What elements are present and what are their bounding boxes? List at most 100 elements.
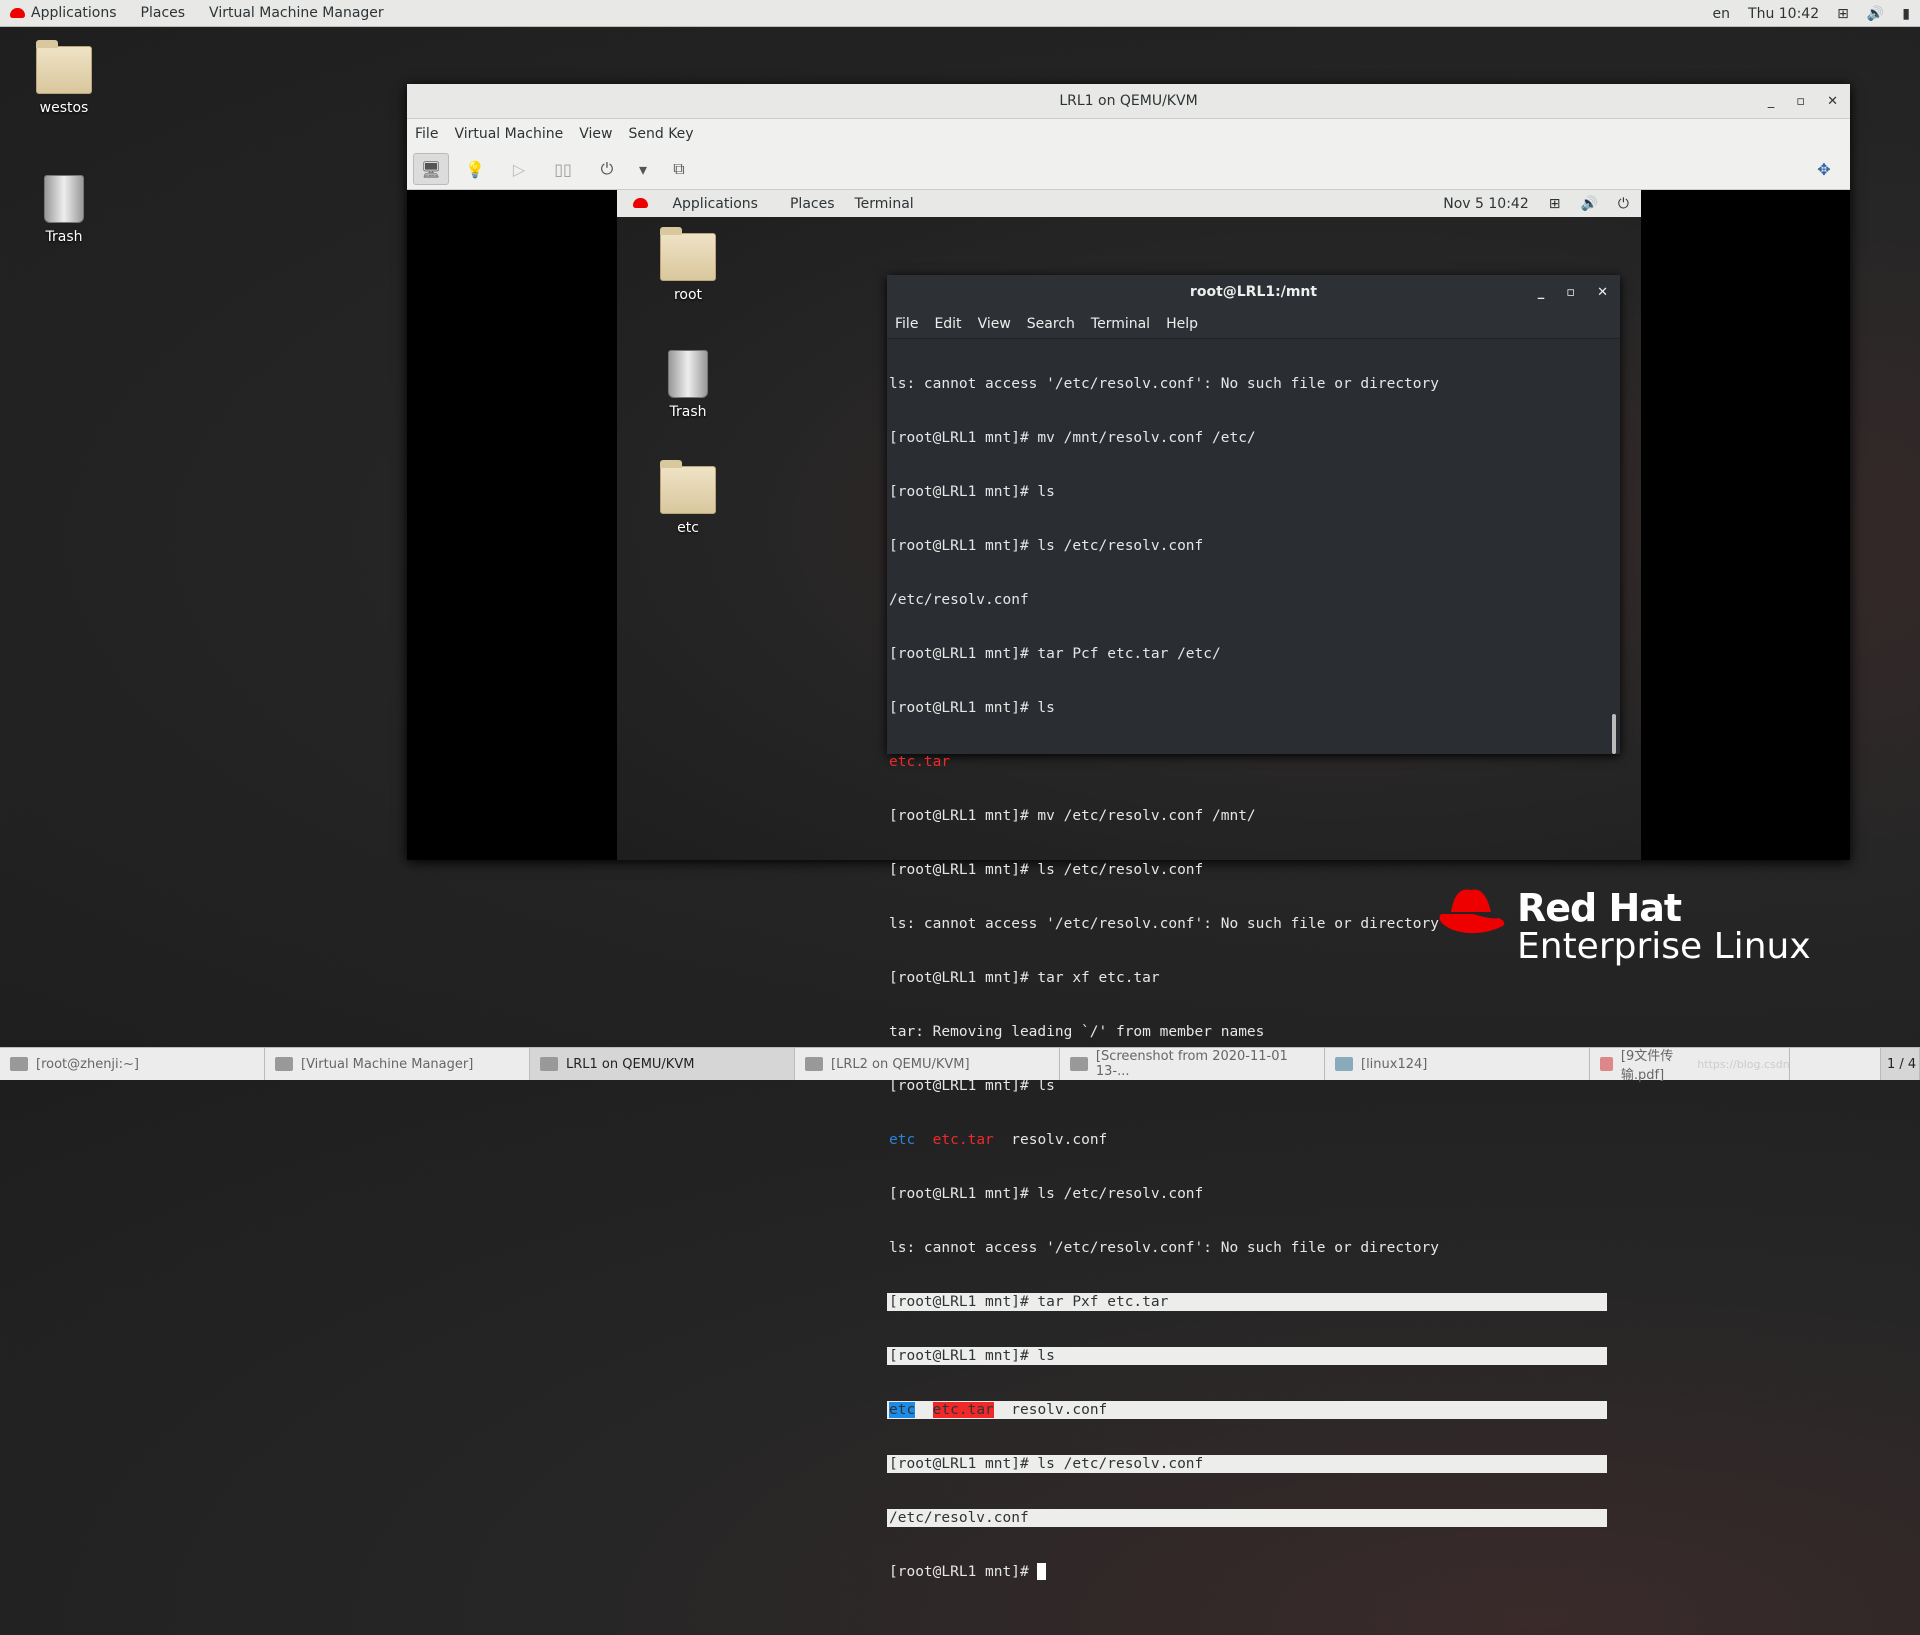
window-title: LRL1 on QEMU/KVM: [1059, 93, 1198, 109]
redhat-icon: [633, 197, 648, 208]
prompt-text: [root@LRL1 mnt]#: [889, 1564, 1038, 1580]
terminal-line-selected: [root@LRL1 mnt]# tar Pxf etc.tar: [887, 1293, 1607, 1311]
icon-label: Trash: [669, 404, 707, 420]
icon-label: Trash: [45, 229, 83, 245]
applications-menu[interactable]: Applications: [10, 5, 117, 21]
menu-view[interactable]: View: [579, 126, 612, 142]
run-icon[interactable]: ▷: [501, 153, 537, 185]
terminal-line: etc etc.tar resolv.conf: [887, 1131, 1620, 1149]
guest-icon-trash[interactable]: Trash: [638, 350, 738, 420]
menu-help[interactable]: Help: [1166, 316, 1198, 332]
guest-places-menu[interactable]: Places: [790, 196, 835, 212]
applications-label: Applications: [31, 5, 117, 21]
terminal-title-bar[interactable]: root@LRL1:/mnt _ ▫ ✕: [887, 275, 1620, 309]
file-entry: resolv.conf: [1011, 1132, 1108, 1148]
menu-edit[interactable]: Edit: [934, 316, 961, 332]
task-label: [LRL2 on QEMU/KVM]: [831, 1056, 970, 1072]
menu-file[interactable]: File: [415, 126, 438, 142]
home-folder-icon: [36, 40, 92, 94]
task-terminal[interactable]: [root@zhenji:~]: [0, 1048, 265, 1080]
close-icon[interactable]: ✕: [1827, 94, 1838, 109]
vm-window: LRL1 on QEMU/KVM _ ▫ ✕ File Virtual Machin…: [407, 84, 1850, 1580]
console-icon[interactable]: 🖥: [413, 153, 449, 185]
task-lrl2[interactable]: [LRL2 on QEMU/KVM]: [795, 1048, 1060, 1080]
guest-terminal-menu[interactable]: Terminal: [855, 196, 914, 212]
image-viewer-icon: [1070, 1057, 1088, 1071]
label: Applications: [672, 195, 758, 212]
task-screenshot[interactable]: [Screenshot from 2020-11-01 13-...: [1060, 1048, 1325, 1080]
terminal-line: ls: cannot access '/etc/resolv.conf': No…: [889, 1240, 1439, 1256]
terminal-line-selected: [root@LRL1 mnt]# ls /etc/resolv.conf: [887, 1455, 1607, 1473]
file-entry: resolv.conf: [1011, 1402, 1108, 1418]
icon-label: westos: [39, 100, 89, 116]
minimize-icon[interactable]: _: [1538, 285, 1545, 300]
snapshot-icon[interactable]: ⧉: [661, 153, 697, 185]
maximize-icon[interactable]: ▫: [1566, 285, 1575, 300]
task-linux124[interactable]: [linux124]: [1325, 1048, 1590, 1080]
terminal-line-selected: /etc/resolv.conf: [887, 1509, 1607, 1527]
terminal-output[interactable]: ls: cannot access '/etc/resolv.conf': No…: [887, 339, 1620, 1635]
terminal-line-selected: etc etc.tar resolv.conf: [887, 1401, 1607, 1419]
fullscreen-icon[interactable]: ✥: [1806, 153, 1842, 185]
app-menu[interactable]: Virtual Machine Manager: [209, 5, 384, 21]
terminal-window: root@LRL1:/mnt _ ▫ ✕ File Edit View Search…: [887, 275, 1620, 1580]
close-icon[interactable]: ✕: [1597, 285, 1608, 300]
task-label: [root@zhenji:~]: [36, 1056, 140, 1072]
terminal-line: ls: cannot access '/etc/resolv.conf': No…: [889, 376, 1439, 392]
battery-icon[interactable]: ▮: [1902, 6, 1910, 22]
menu-terminal[interactable]: Terminal: [1091, 316, 1150, 332]
dir-entry: etc: [889, 1402, 916, 1418]
task-label: LRL1 on QEMU/KVM: [566, 1056, 695, 1072]
maximize-icon[interactable]: ▫: [1796, 94, 1805, 109]
workspace-switcher[interactable]: 1 / 4: [1880, 1048, 1920, 1080]
archive-entry: etc.tar: [932, 1402, 994, 1418]
menu-search[interactable]: Search: [1027, 316, 1075, 332]
desktop-icon-westos[interactable]: westos: [14, 40, 114, 116]
guest-icon-etc[interactable]: etc: [638, 460, 738, 536]
icon-label: etc: [677, 520, 699, 536]
terminal-line: ls: cannot access '/etc/resolv.conf': No…: [889, 916, 1439, 932]
terminal-line: [root@LRL1 mnt]# ls /etc/resolv.conf: [889, 862, 1204, 878]
places-menu[interactable]: Places: [141, 5, 186, 21]
trash-icon: [44, 175, 84, 223]
task-lrl1[interactable]: LRL1 on QEMU/KVM: [530, 1048, 795, 1080]
language-indicator[interactable]: en: [1713, 6, 1731, 22]
network-icon[interactable]: ⊞: [1837, 6, 1849, 22]
menu-virtual-machine[interactable]: Virtual Machine: [454, 126, 563, 142]
logo-line1: Red Hat: [1517, 886, 1682, 930]
terminal-line: [root@LRL1 mnt]# ls /etc/resolv.conf: [889, 1186, 1204, 1202]
terminal-icon: [10, 1057, 28, 1071]
terminal-line: [root@LRL1 mnt]# tar xf etc.tar: [889, 970, 1160, 986]
terminal-line: [root@LRL1 mnt]# mv /etc/resolv.conf /mn…: [889, 808, 1256, 824]
file-icon: [1335, 1057, 1353, 1071]
pause-icon[interactable]: ▯▯: [545, 153, 581, 185]
network-icon[interactable]: ⊞: [1549, 196, 1561, 212]
vm-title-bar[interactable]: LRL1 on QEMU/KVM _ ▫ ✕: [407, 84, 1850, 119]
menu-send-key[interactable]: Send Key: [628, 126, 693, 142]
guest-clock[interactable]: Nov 5 10:42: [1443, 196, 1528, 212]
logo-line2: Enterprise Linux: [1517, 926, 1811, 967]
guest-display[interactable]: Applications Places Terminal Nov 5 10:42…: [617, 190, 1641, 1580]
terminal-line: [root@LRL1 mnt]# ls: [889, 700, 1055, 716]
desktop-icon-trash[interactable]: Trash: [14, 175, 114, 245]
task-pdf[interactable]: [9文件传输.pdf] https://blog.csdn.net/...: [1590, 1048, 1790, 1083]
shutdown-icon[interactable]: ⏻: [589, 153, 625, 185]
menu-view[interactable]: View: [978, 316, 1011, 332]
terminal-line: [root@LRL1 mnt]# ls /etc/resolv.conf: [889, 538, 1204, 554]
minimize-icon[interactable]: _: [1768, 94, 1775, 109]
menu-file[interactable]: File: [895, 316, 918, 332]
volume-icon[interactable]: 🔊: [1867, 6, 1884, 22]
clock[interactable]: Thu 10:42: [1748, 6, 1819, 22]
icon-label: root: [673, 287, 703, 303]
guest-icon-root[interactable]: root: [638, 227, 738, 303]
details-bulb-icon[interactable]: 💡: [457, 153, 493, 185]
chevron-down-icon[interactable]: ▾: [633, 153, 653, 185]
terminal-scrollbar[interactable]: [1612, 714, 1616, 754]
terminal-line-selected: [root@LRL1 mnt]# ls: [887, 1347, 1607, 1365]
volume-icon[interactable]: 🔊: [1580, 196, 1597, 212]
guest-applications-menu[interactable]: Applications: [625, 196, 770, 212]
power-icon[interactable]: ⏻: [1618, 196, 1629, 212]
terminal-prompt[interactable]: [root@LRL1 mnt]#: [887, 1563, 1620, 1581]
terminal-line: etc.tar: [889, 754, 951, 770]
task-virt-manager[interactable]: [Virtual Machine Manager]: [265, 1048, 530, 1080]
